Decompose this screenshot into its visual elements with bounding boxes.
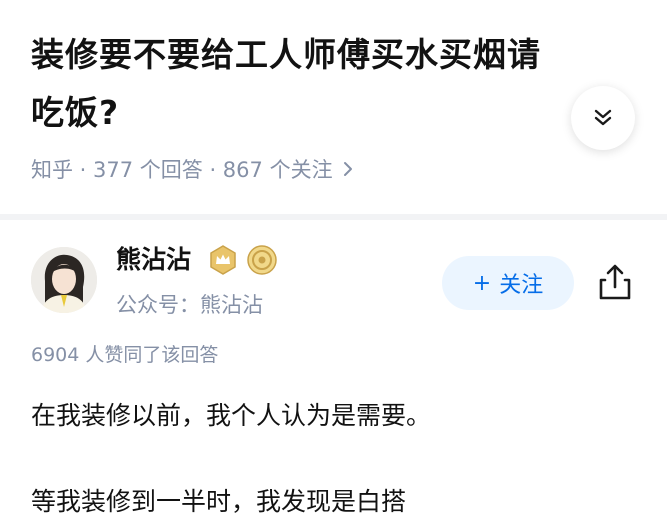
share-button[interactable] <box>595 262 635 302</box>
vote-count: 6904 人赞同了该回答 <box>31 344 219 366</box>
question-meta-text: 知乎 · 377 个回答 · 867 个关注 <box>31 158 333 182</box>
author-name[interactable]: 熊沾沾 <box>116 243 191 277</box>
answer-paragraph: 等我装修到一半时，我发现是白搭 <box>31 487 407 516</box>
question-title: 装修要不要给工人师傅买水买烟请吃饭? <box>31 35 541 132</box>
expand-button[interactable] <box>571 86 635 150</box>
answer-paragraph: 在我装修以前，我个人认为是需要。 <box>31 401 432 430</box>
author-subtitle: 公众号：熊沾沾 <box>116 293 263 317</box>
chevron-double-down-icon <box>594 109 612 126</box>
author-avatar[interactable] <box>31 247 97 313</box>
follow-label: 关注 <box>499 273 544 298</box>
crown-badge-icon <box>207 244 239 280</box>
follow-button[interactable]: + 关注 <box>442 256 574 310</box>
coin-badge-icon <box>246 244 278 280</box>
section-divider <box>0 214 667 220</box>
plus-icon: + <box>472 270 492 296</box>
question-meta-link[interactable]: 知乎 · 377 个回答 · 867 个关注 <box>31 151 353 187</box>
chevron-right-icon <box>343 161 353 177</box>
share-icon <box>599 264 631 300</box>
